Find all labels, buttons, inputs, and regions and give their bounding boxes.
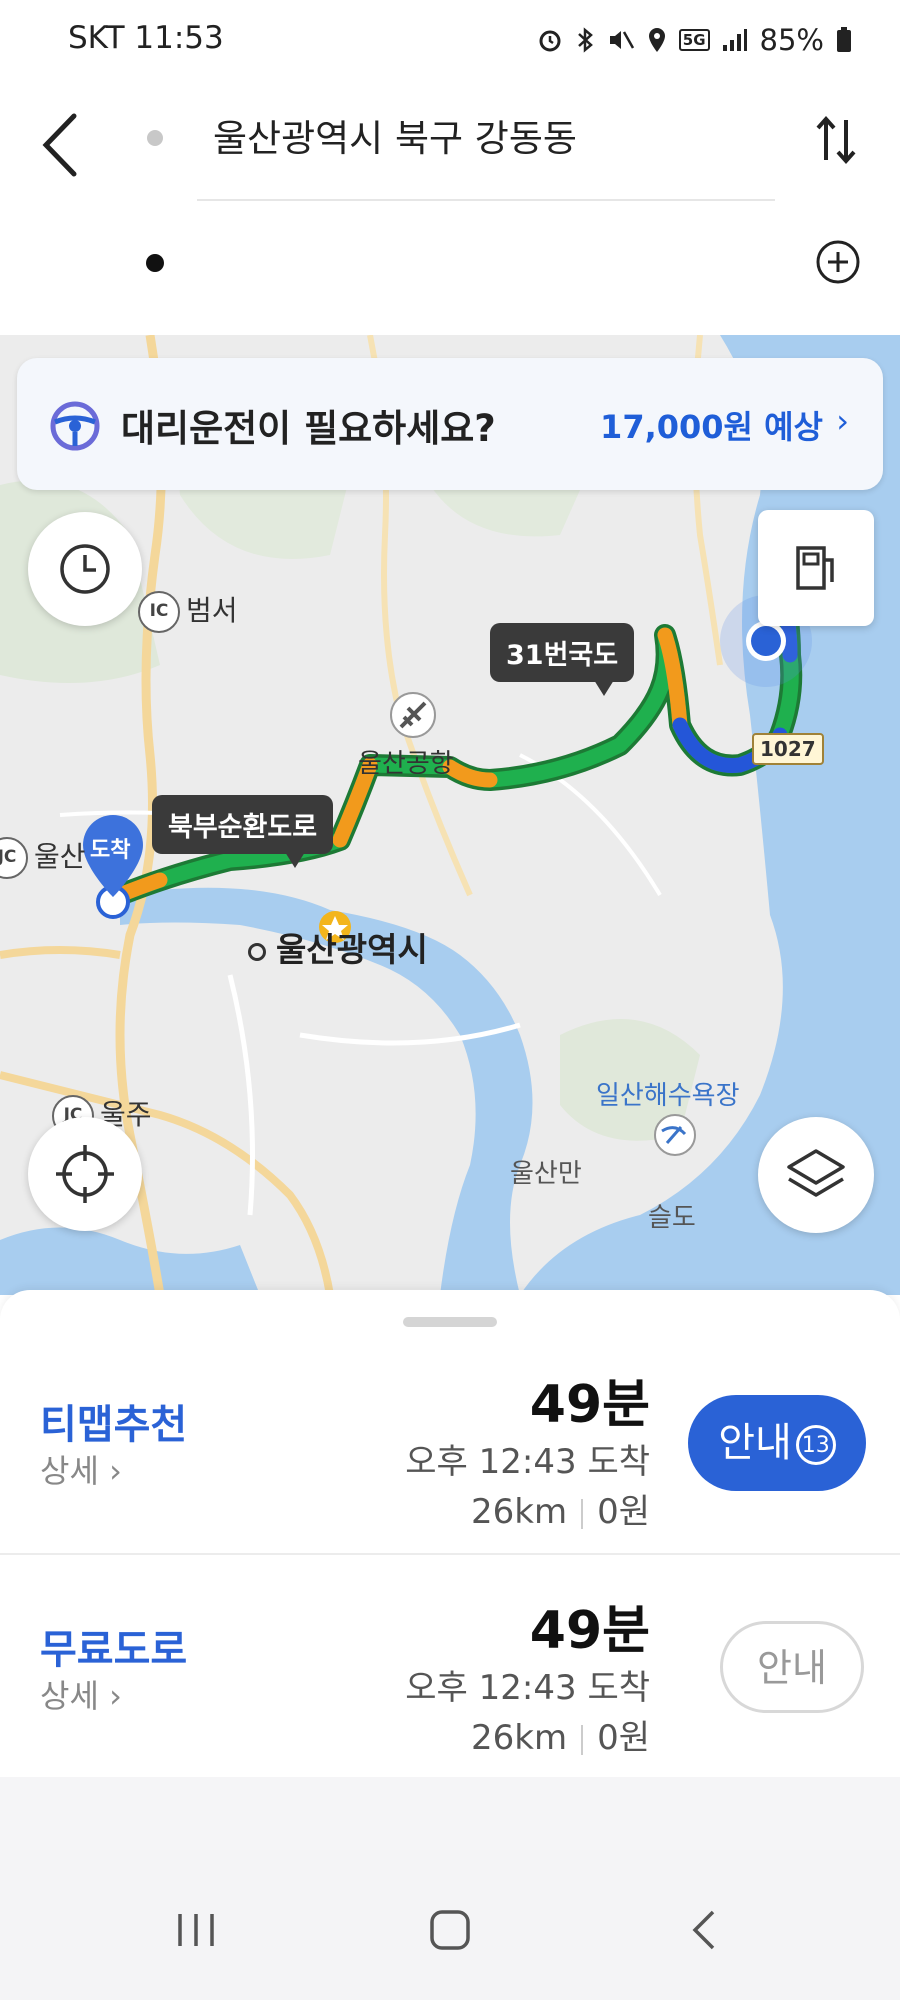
add-waypoint-button[interactable] [814,238,862,286]
history-button[interactable] [28,512,142,626]
route-duration: 49분 [529,1375,650,1435]
field-divider [197,199,775,201]
system-back-button[interactable] [664,1890,744,1970]
map-layers-button[interactable] [758,1117,874,1233]
designated-driver-banner[interactable]: 대리운전이 필요하세요? 17,000원 예상 › [17,358,883,490]
route-arrival-time: 오후 12:43 도착 [405,1668,650,1708]
route-distance-toll: 26km 0원 [471,1718,650,1758]
destination-dot [146,254,164,272]
banner-price: 17,000원 예상 [600,408,823,446]
recent-apps-button[interactable] [156,1890,236,1970]
route-detail-link[interactable]: 상세 › [40,1446,122,1492]
gas-station-icon [796,546,834,590]
battery-label: 85% [759,23,824,57]
network-badge: 5G [678,29,710,51]
alarm-icon [539,30,561,52]
origin-dot [147,130,163,146]
map-label-city: 울산광역시 [248,923,428,971]
map-label-island: 슬도 [648,1203,696,1233]
bluetooth-icon [577,27,593,53]
add-waypoint-icon [816,240,860,284]
status-icons: 5G 85% [537,18,852,62]
start-guidance-button[interactable]: 안내 13 [688,1395,866,1491]
swap-button[interactable] [812,112,862,168]
recent-apps-icon [178,1914,214,1946]
map-label-bay: 울산만 [510,1159,582,1189]
route-divider [0,1553,900,1555]
arrival-marker-label: 도착 [90,838,131,863]
steering-wheel-icon [50,401,100,451]
start-guidance-button-secondary[interactable]: 안내 [720,1621,864,1713]
crosshair-icon [56,1145,114,1203]
clock-icon [60,544,110,594]
route-duration: 49분 [529,1601,650,1661]
route-arrival-time: 오후 12:43 도착 [405,1442,650,1482]
battery-icon [837,27,851,52]
back-arrow-icon [42,113,77,177]
route-distance-toll: 26km 0원 [471,1492,650,1532]
clock-label: 11:53 [134,20,224,56]
chevron-right-icon: › [98,1452,122,1490]
swap-icon [816,115,856,165]
map-label-ulsan-ic: JC 울산 [0,835,86,879]
banner-text: 대리운전이 필요하세요? [121,407,496,450]
status-carrier-time: SKT 11:53 [68,20,224,56]
back-icon [692,1910,715,1950]
map-label-beomseo: IC 범서 [138,589,238,633]
layers-icon [787,1149,845,1197]
route-name-recommended[interactable]: 티맵추천 [40,1392,187,1450]
gas-station-button[interactable] [758,510,874,626]
road-shield-1027: 1027 [752,733,824,765]
route-tag-bukbu: 북부순환도로 [152,795,334,868]
system-navigation-bar [0,1850,900,2000]
origin-field[interactable]: 울산광역시 북구 강동동 [213,108,577,162]
map-label-beach: 일산해수욕장 [596,1081,740,1111]
route-tag-31: 31번국도 [490,623,635,696]
signal-icon [722,29,747,51]
status-bar: SKT 11:53 5G 85% [0,0,900,80]
chevron-right-icon: › [98,1677,122,1715]
current-location-button[interactable] [28,1117,142,1231]
back-button[interactable] [38,110,88,180]
chevron-right-icon: › [836,402,849,440]
route-detail-link[interactable]: 상세 › [40,1671,122,1717]
sheet-drag-handle[interactable] [403,1317,497,1327]
map-label-airport: 울산공항 [358,749,454,779]
home-icon [430,1910,470,1950]
destination-input[interactable] [200,232,764,294]
mute-icon [609,31,634,49]
home-button[interactable] [410,1890,490,1970]
guide-count-badge: 13 [795,1425,836,1465]
route-name-free-road[interactable]: 무료도로 [40,1617,187,1675]
location-icon [648,28,665,52]
carrier-label: SKT [68,20,125,56]
